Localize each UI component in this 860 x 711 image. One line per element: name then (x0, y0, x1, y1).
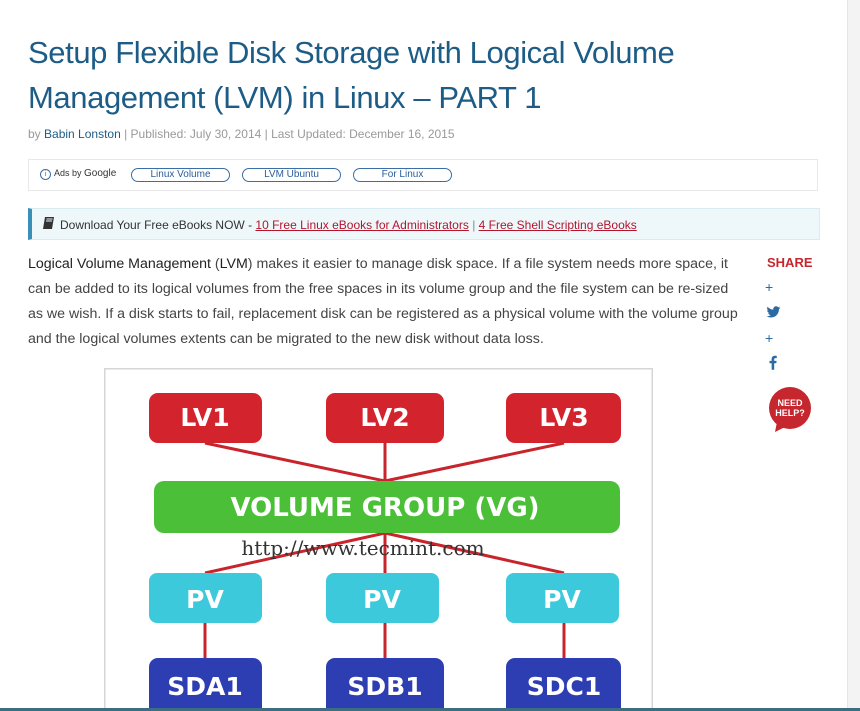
plus-icon[interactable]: + (765, 279, 773, 295)
pv-label: PV (186, 585, 224, 614)
info-icon[interactable]: i (40, 169, 51, 180)
facebook-icon[interactable] (769, 355, 777, 370)
article-meta: by Babin Lonston | Published: July 30, 2… (28, 127, 455, 141)
volume-group-label: VOLUME GROUP (VG) (230, 493, 539, 523)
free-linux-ebooks-link[interactable]: 10 Free Linux eBooks for Administrators (255, 218, 468, 232)
shell-scripting-ebooks-link[interactable]: 4 Free Shell Scripting eBooks (479, 218, 637, 232)
share-label: SHARE (767, 255, 813, 270)
sdc1-label: SDC1 (527, 672, 602, 701)
page-scrollbar[interactable] (847, 0, 860, 711)
watermark-text: http://www.tecmint.com (241, 536, 484, 560)
intro-paragraph: Logical Volume Management (LVM) makes it… (28, 256, 738, 347)
lv2-label: LV2 (360, 403, 409, 432)
need-help-icon[interactable]: NEED HELP? (765, 386, 815, 434)
plus-icon[interactable]: + (765, 330, 773, 346)
sdb1-label: SDB1 (347, 672, 422, 701)
ad-chip-lvm-ubuntu[interactable]: LVM Ubuntu (242, 168, 341, 182)
lv3-label: LV3 (539, 403, 588, 432)
page-title: Setup Flexible Disk Storage with Logical… (28, 35, 675, 115)
book-icon (43, 217, 54, 229)
by-label: by (28, 127, 45, 141)
ads-by-google-label: Ads by Google (54, 168, 117, 179)
ad-links-bar: i Ads by Google Linux Volume LVM Ubuntu … (28, 159, 818, 191)
svg-text:HELP?: HELP? (775, 408, 805, 418)
lvm-diagram: LV1 LV2 LV3 VOLUME GROUP (VG) http://www… (104, 368, 653, 711)
ebook-text: Download Your Free eBooks NOW - 10 Free … (60, 218, 637, 232)
author-link[interactable]: Babin Lonston (44, 127, 121, 141)
ebook-download-bar: Download Your Free eBooks NOW - 10 Free … (28, 208, 820, 240)
pv-label: PV (363, 585, 401, 614)
publish-dates: | Published: July 30, 2014 | Last Update… (120, 127, 455, 141)
pv-label: PV (543, 585, 581, 614)
lv1-label: LV1 (180, 403, 229, 432)
svg-text:NEED: NEED (777, 398, 803, 408)
sda1-label: SDA1 (167, 672, 243, 701)
ad-chip-linux-volume[interactable]: Linux Volume (131, 168, 230, 182)
ad-chip-for-linux[interactable]: For Linux (353, 168, 452, 182)
twitter-icon[interactable] (766, 306, 781, 319)
